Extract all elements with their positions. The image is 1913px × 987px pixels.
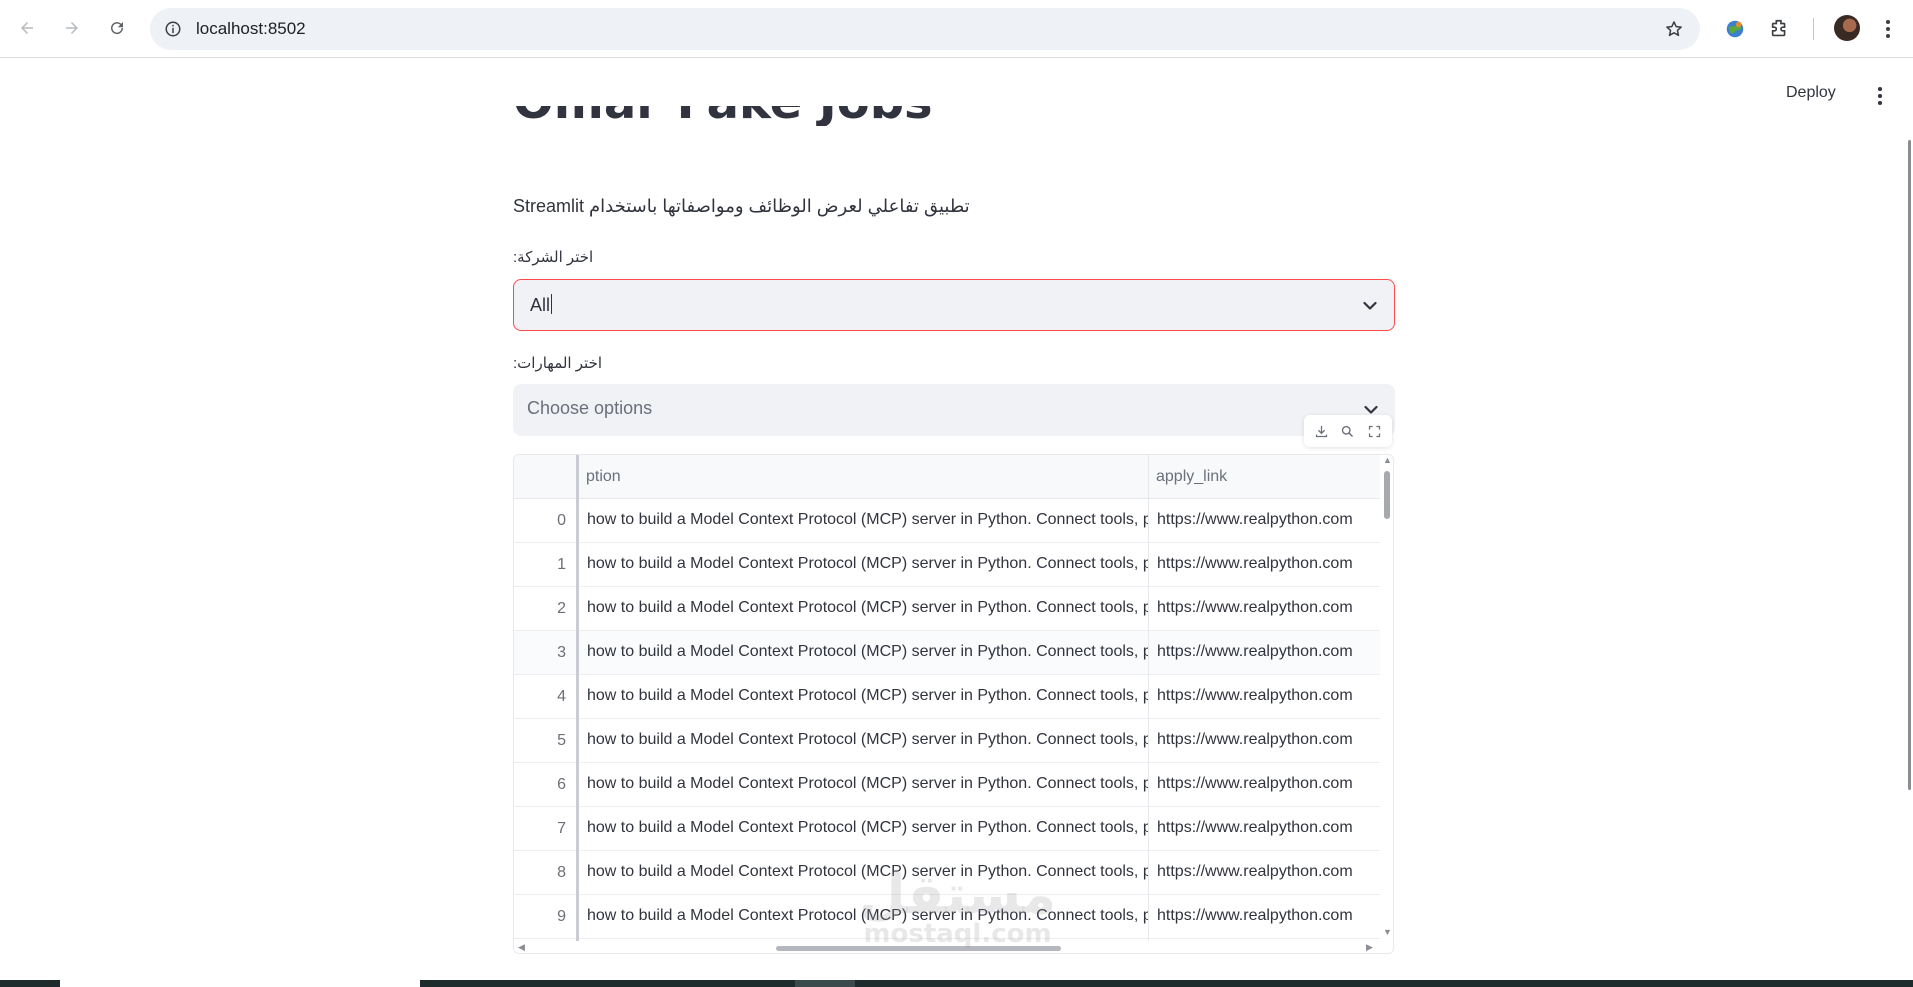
cell-apply-link[interactable]: https://www.realpython.com: [1148, 807, 1380, 851]
taskbar-item[interactable]: [795, 980, 855, 987]
cell-apply-link[interactable]: https://www.realpython.com: [1148, 587, 1380, 631]
chevron-down-icon[interactable]: [1360, 296, 1380, 316]
table-row[interactable]: 2 how to build a Model Context Protocol (…: [514, 587, 1393, 631]
cell-description[interactable]: how to build a Model Context Protocol (M…: [578, 587, 1148, 631]
extensions-puzzle-icon[interactable]: [1766, 15, 1794, 43]
table-row[interactable]: 9 how to build a Model Context Protocol (…: [514, 895, 1393, 939]
page-subtitle: تطبيق تفاعلي لعرض الوظائف ومواصفاتها باس…: [513, 196, 970, 216]
company-select-label: :اختر الشركة: [513, 249, 594, 266]
row-index: 7: [557, 820, 566, 837]
toolbar-divider: [1813, 18, 1814, 40]
deploy-button[interactable]: Deploy: [1786, 84, 1836, 102]
row-index: 3: [557, 644, 566, 661]
scroll-left-arrow-icon[interactable]: ◀: [518, 942, 525, 953]
cell-description[interactable]: how to build a Model Context Protocol (M…: [578, 543, 1148, 587]
fullscreen-icon[interactable]: [1364, 420, 1386, 442]
page-scrollbar-thumb[interactable]: [1908, 140, 1911, 790]
column-separator: [1148, 455, 1149, 953]
cell-description[interactable]: how to build a Model Context Protocol (M…: [578, 719, 1148, 763]
cell-description[interactable]: how to build a Model Context Protocol (M…: [578, 851, 1148, 895]
back-button[interactable]: [12, 13, 42, 43]
browser-menu-icon[interactable]: [1876, 15, 1900, 43]
cell-apply-link[interactable]: https://www.realpython.com: [1148, 719, 1380, 763]
forward-button[interactable]: [57, 13, 87, 43]
table-row[interactable]: 8 how to build a Model Context Protocol (…: [514, 851, 1393, 895]
table-row[interactable]: 1 how to build a Model Context Protocol (…: [514, 543, 1393, 587]
taskbar-item[interactable]: [60, 980, 420, 987]
site-info-icon[interactable]: [162, 18, 184, 40]
profile-avatar[interactable]: [1834, 15, 1860, 41]
arrow-right-icon: [66, 22, 78, 34]
skills-select-label: :اختر المهارات: [513, 355, 603, 372]
row-index: 1: [557, 556, 566, 573]
jobs-dataframe[interactable]: ption apply_link 0 how to build a Model C…: [513, 454, 1394, 954]
cell-description[interactable]: how to build a Model Context Protocol (M…: [578, 763, 1148, 807]
table-row[interactable]: 0 how to build a Model Context Protocol (…: [514, 499, 1393, 543]
cell-description[interactable]: how to build a Model Context Protocol (M…: [578, 807, 1148, 851]
cell-description[interactable]: how to build a Model Context Protocol (M…: [578, 631, 1148, 675]
company-select-value[interactable]: All: [530, 294, 553, 316]
extension-globe-icon[interactable]: [1721, 15, 1749, 43]
row-index: 2: [557, 600, 566, 617]
table-row[interactable]: 4 how to build a Model Context Protocol (…: [514, 675, 1393, 719]
app-menu-icon[interactable]: [1870, 84, 1890, 108]
page-title-clip: Omar Fake Jobs: [500, 106, 1400, 164]
text-cursor: [551, 294, 553, 314]
cell-apply-link[interactable]: https://www.realpython.com: [1148, 499, 1380, 543]
cell-apply-link[interactable]: https://www.realpython.com: [1148, 895, 1380, 939]
row-index: 4: [557, 688, 566, 705]
horizontal-scroll-thumb[interactable]: [776, 946, 1061, 951]
table-row[interactable]: 6 how to build a Model Context Protocol (…: [514, 763, 1393, 807]
dataframe-horizontal-scrollbar[interactable]: ◀ ▶: [514, 941, 1393, 953]
vertical-scroll-thumb[interactable]: [1384, 471, 1390, 519]
download-icon[interactable]: [1310, 420, 1332, 442]
cell-apply-link[interactable]: https://www.realpython.com: [1148, 631, 1380, 675]
scroll-right-arrow-icon[interactable]: ▶: [1366, 942, 1373, 953]
column-header-apply-link[interactable]: apply_link: [1148, 455, 1378, 499]
url-text[interactable]: localhost:8502: [196, 19, 306, 39]
dataframe-vertical-scrollbar[interactable]: ▲ ▼: [1380, 455, 1393, 941]
row-index: 8: [557, 864, 566, 881]
cell-apply-link[interactable]: https://www.realpython.com: [1148, 543, 1380, 587]
search-icon[interactable]: [1337, 420, 1359, 442]
dataframe-header: ption apply_link: [514, 455, 1393, 499]
table-row[interactable]: 5 how to build a Model Context Protocol (…: [514, 719, 1393, 763]
cell-description[interactable]: how to build a Model Context Protocol (M…: [578, 499, 1148, 543]
column-header-description[interactable]: ption: [578, 455, 1078, 499]
browser-toolbar: localhost:8502: [0, 0, 1913, 58]
cell-apply-link[interactable]: https://www.realpython.com: [1148, 675, 1380, 719]
scroll-up-arrow-icon[interactable]: ▲: [1383, 455, 1392, 465]
page-title: Omar Fake Jobs: [513, 106, 933, 126]
dataframe-toolbar: [1304, 415, 1392, 447]
reload-button[interactable]: [102, 13, 132, 43]
scroll-down-arrow-icon[interactable]: ▼: [1383, 927, 1392, 937]
company-select[interactable]: All: [513, 279, 1395, 331]
reload-icon: [111, 22, 124, 35]
skills-multiselect[interactable]: Choose options: [513, 384, 1395, 436]
cell-apply-link[interactable]: https://www.realpython.com: [1148, 851, 1380, 895]
cell-apply-link[interactable]: https://www.realpython.com: [1148, 763, 1380, 807]
row-index: 0: [557, 512, 566, 529]
skills-placeholder[interactable]: Choose options: [527, 398, 652, 419]
table-row[interactable]: 3 how to build a Model Context Protocol (…: [514, 631, 1393, 675]
table-row[interactable]: 7 how to build a Model Context Protocol (…: [514, 807, 1393, 851]
row-index: 5: [557, 732, 566, 749]
arrow-left-icon: [21, 22, 33, 34]
row-index: 6: [557, 776, 566, 793]
address-bar[interactable]: localhost:8502: [150, 8, 1700, 50]
bookmark-star-icon[interactable]: [1662, 17, 1686, 41]
index-column-separator: [576, 455, 579, 953]
index-header: [514, 455, 578, 499]
cell-description[interactable]: how to build a Model Context Protocol (M…: [578, 675, 1148, 719]
row-index: 9: [557, 908, 566, 925]
cell-description[interactable]: how to build a Model Context Protocol (M…: [578, 895, 1148, 939]
